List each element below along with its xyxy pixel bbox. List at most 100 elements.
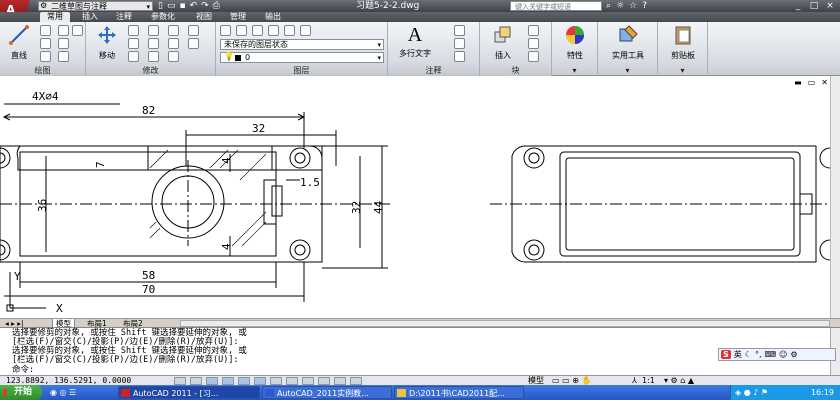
layer-select[interactable]: 💡 0 ▾ <box>220 52 384 63</box>
transparency-toggle[interactable] <box>318 377 330 385</box>
scale-icon[interactable] <box>148 51 159 62</box>
command-input[interactable]: 命令: <box>12 366 34 375</box>
tab-manage[interactable]: 管理 <box>224 12 252 22</box>
explode-icon[interactable] <box>188 25 199 36</box>
clipboard-button[interactable]: 剪贴板 <box>660 24 706 61</box>
properties-expand-icon[interactable]: ▾ <box>552 66 597 76</box>
dimension-icon[interactable] <box>454 25 465 36</box>
quick-launch-icons[interactable]: ◉ ◎ ☰ <box>50 385 76 400</box>
taskbar-item-document[interactable]: AutoCAD_2011实例教... <box>262 386 392 399</box>
layer-icon[interactable] <box>284 25 295 36</box>
search-input[interactable]: 键入关键字或短语 <box>510 1 602 11</box>
search-icon[interactable]: ⌕ <box>606 0 611 12</box>
layer-state-select[interactable]: 未保存的图层状态 ▾ <box>220 39 384 50</box>
layer-icon[interactable] <box>236 25 247 36</box>
grid-toggle[interactable] <box>190 377 202 385</box>
plot-icon[interactable]: ⎙ <box>213 0 220 12</box>
annotation-panel-title[interactable]: 注释 <box>388 66 479 76</box>
tray-icons[interactable]: ◈ ● ♪ ⚑ <box>735 385 768 400</box>
utilities-expand-icon[interactable]: ▾ <box>598 66 657 76</box>
notch-detail <box>271 185 283 217</box>
erase-icon[interactable] <box>168 25 179 36</box>
new-file-icon[interactable]: ▯ <box>158 0 163 12</box>
dim-center-distance: 58 <box>142 269 155 282</box>
attribute-icon[interactable] <box>528 51 539 62</box>
copy-icon[interactable] <box>128 38 139 49</box>
snap-toggle[interactable] <box>174 377 186 385</box>
quickprops-toggle[interactable] <box>334 377 346 385</box>
favorites-icon[interactable]: ☆ <box>629 0 637 12</box>
selection-cycling-toggle[interactable] <box>350 377 362 385</box>
layer-icon[interactable] <box>252 25 263 36</box>
stretch-icon[interactable] <box>128 51 139 62</box>
vertical-scrollbar[interactable] <box>830 76 840 318</box>
tab-parametric[interactable]: 参数化 <box>144 12 182 22</box>
line-button[interactable]: 直线 <box>2 24 36 61</box>
circle-icon[interactable] <box>40 38 51 49</box>
lineweight-toggle[interactable] <box>302 377 314 385</box>
tab-insert[interactable]: 插入 <box>76 12 104 22</box>
layer-icon[interactable] <box>300 25 311 36</box>
mtext-label: 多行文字 <box>399 49 431 58</box>
taskbar-item-folder[interactable]: D:\2011书\CAD2011配... <box>394 386 524 399</box>
gradient-icon[interactable] <box>72 25 83 36</box>
horizontal-scrollbar[interactable] <box>180 320 830 327</box>
trim-icon[interactable] <box>148 25 159 36</box>
polyline-icon[interactable] <box>40 25 51 36</box>
workspace-selector[interactable]: ⚙ 二维草图与注释 ▾ <box>38 1 153 11</box>
arc-icon[interactable] <box>40 51 51 62</box>
tab-view[interactable]: 视图 <box>190 12 218 22</box>
modify-panel-title[interactable]: 修改 <box>86 66 215 76</box>
fillet-icon[interactable] <box>168 38 179 49</box>
minimize-button[interactable]: _ <box>790 0 806 12</box>
help-icon[interactable]: ? <box>642 0 647 12</box>
leader-icon[interactable] <box>454 38 465 49</box>
undo-icon[interactable]: ↶ <box>190 0 198 12</box>
osnap-toggle[interactable] <box>238 377 250 385</box>
tab-output[interactable]: 输出 <box>258 12 288 22</box>
ucs-toggle[interactable] <box>270 377 282 385</box>
dyn-toggle[interactable] <box>286 377 298 385</box>
layers-panel-title[interactable]: 图层 <box>216 66 387 76</box>
communication-icon[interactable]: ☼ <box>616 0 624 12</box>
save-icon[interactable]: ▪ <box>179 0 185 12</box>
create-block-icon[interactable] <box>528 25 539 36</box>
dim-slot-width: 32 <box>252 122 265 135</box>
insert-button[interactable]: 插入 <box>486 24 520 61</box>
drawing-area[interactable]: ▬ ▭ ✕ 4X∅4 82 32 7 36 1.5 32 44 4 4 58 7… <box>0 76 840 318</box>
offset-icon[interactable] <box>188 38 199 49</box>
maximize-button[interactable]: □ <box>806 0 822 12</box>
table-icon[interactable] <box>454 51 465 62</box>
close-button[interactable]: × <box>822 0 838 12</box>
edit-block-icon[interactable] <box>528 38 539 49</box>
ime-toolbar[interactable]: S 英 ☾ °, ⌨ ☺ ⚙ <box>718 348 836 361</box>
rotate-icon[interactable] <box>128 25 139 36</box>
clipboard-expand-icon[interactable]: ▾ <box>658 66 707 76</box>
properties-button[interactable]: 特性 <box>554 24 596 61</box>
block-panel-title[interactable]: 块 <box>480 66 551 76</box>
taskbar-item-autocad[interactable]: AutoCAD 2011 - [习... <box>118 386 260 399</box>
tab-annotate[interactable]: 注释 <box>110 12 138 22</box>
rectangle-icon[interactable] <box>58 25 69 36</box>
draw-panel-title[interactable]: 绘图 <box>0 66 85 76</box>
array-icon[interactable] <box>168 51 179 62</box>
line-label: 直线 <box>11 51 27 60</box>
polar-toggle[interactable] <box>222 377 234 385</box>
layer-properties-icon[interactable] <box>220 25 231 36</box>
layout-tabs: ◂ ▸ ▸| 模型 布局1 布局2 <box>0 318 840 328</box>
otrack-toggle[interactable] <box>254 377 266 385</box>
start-button[interactable]: 开始 <box>0 385 42 400</box>
ortho-toggle[interactable] <box>206 377 218 385</box>
quick-access-toolbar: ▯ ▭ ▪ ↶ ↷ ⎙ <box>158 0 220 12</box>
mirror-icon[interactable] <box>148 38 159 49</box>
ellipse-icon[interactable] <box>58 51 69 62</box>
open-file-icon[interactable]: ▭ <box>167 0 176 12</box>
utilities-button[interactable]: 实用工具 <box>602 24 654 61</box>
tab-home[interactable]: 常用 <box>40 12 70 22</box>
hatch-icon[interactable] <box>58 38 69 49</box>
multiline-text-button[interactable]: A 多行文字 <box>392 24 438 59</box>
move-button[interactable]: 移动 <box>90 24 124 61</box>
layer-icon[interactable] <box>268 25 279 36</box>
move-label: 移动 <box>99 51 115 60</box>
redo-icon[interactable]: ↷ <box>201 0 209 12</box>
